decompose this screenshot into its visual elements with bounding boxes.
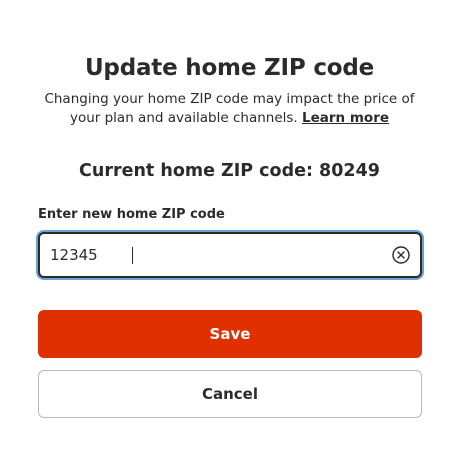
save-button[interactable]: Save — [38, 310, 422, 358]
clear-circle-x-icon[interactable] — [392, 246, 410, 264]
zip-input-container — [38, 232, 422, 278]
current-zip-text: Current home ZIP code: 80249 — [79, 161, 380, 181]
text-caret — [132, 247, 133, 264]
zip-field-label: Enter new home ZIP code — [38, 207, 225, 222]
dialog-description: Changing your home ZIP code may impact t… — [30, 90, 429, 128]
zip-input[interactable] — [50, 234, 370, 276]
learn-more-link[interactable]: Learn more — [302, 110, 389, 126]
cancel-button[interactable]: Cancel — [38, 370, 422, 418]
update-zip-dialog: Update home ZIP code Changing your home … — [0, 0, 476, 466]
dialog-title: Update home ZIP code — [84, 55, 375, 81]
